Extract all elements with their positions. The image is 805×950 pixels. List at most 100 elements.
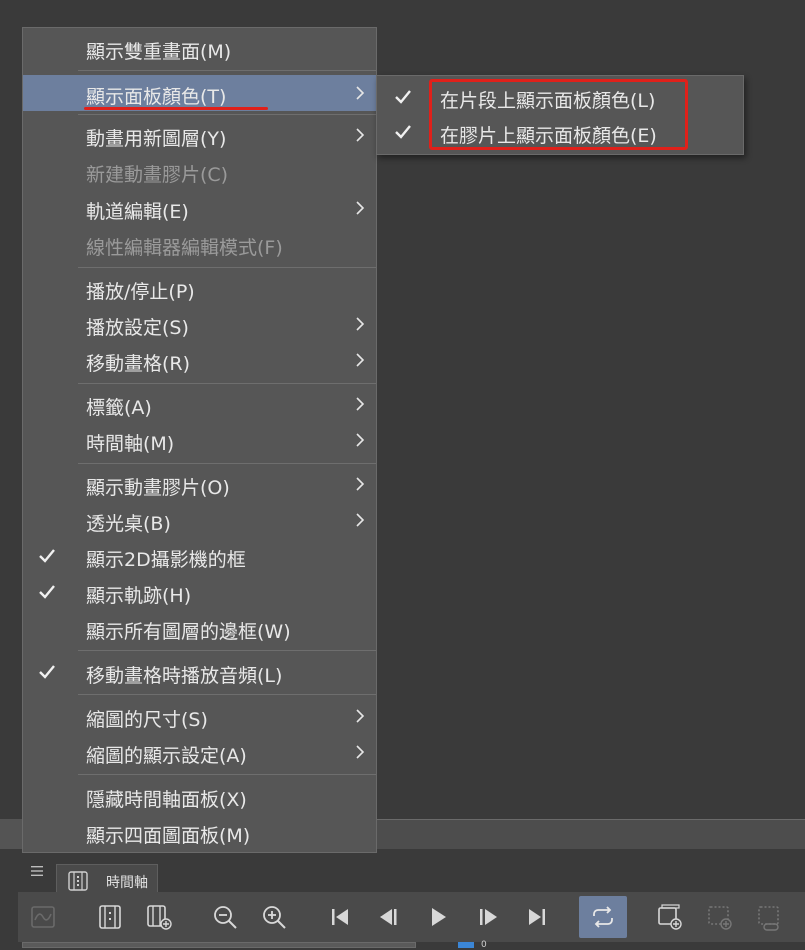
menu-item-label: 軌道編輯(E): [86, 201, 189, 223]
menu-item-label: 顯示軌跡(H): [86, 585, 192, 607]
menu-item-play-stop[interactable]: 播放/停止(P): [23, 270, 376, 306]
checkmark-icon: [39, 549, 55, 563]
menu-separator: [78, 383, 376, 384]
annotation-highlight-box: [429, 79, 688, 150]
new-cel-icon: [658, 904, 682, 930]
menu-item-linear-editor-mode[interactable]: 線性編輯器編輯模式(F): [23, 226, 376, 262]
menu-item-label: 顯示2D攝影機的框: [86, 549, 246, 571]
menu-item-label: 顯示所有圖層的邊框(W): [86, 621, 291, 643]
waveform-icon: [31, 906, 55, 928]
zoom-out-icon: [214, 906, 237, 929]
menu-item-label: 縮圖的顯示設定(A): [86, 745, 247, 767]
chevron-right-icon: [356, 433, 365, 447]
add-frame-button[interactable]: [142, 900, 176, 934]
checkmark-icon: [395, 90, 411, 104]
next-frame-button[interactable]: [471, 900, 505, 934]
prev-frame-icon: [380, 909, 397, 925]
chevron-right-icon: [356, 86, 365, 100]
add-clip-button[interactable]: [702, 900, 736, 934]
menu-item-show-trajectory[interactable]: 顯示軌跡(H): [23, 574, 376, 610]
track-row[interactable]: [22, 942, 416, 948]
menu-item-timeline[interactable]: 時間軸(M): [23, 422, 376, 458]
menu-separator: [78, 70, 376, 71]
link-clip-icon: [758, 906, 779, 931]
loop-icon: [593, 906, 613, 928]
play-button[interactable]: [421, 900, 455, 934]
track-color-marker: [458, 942, 474, 948]
zoom-out-button[interactable]: [208, 900, 242, 934]
tab-timeline[interactable]: 時間軸: [56, 864, 158, 894]
menu-item-label: 移動畫格時播放音頻(L): [86, 665, 283, 687]
frame-button[interactable]: [93, 900, 127, 934]
chevron-right-icon: [356, 128, 365, 142]
menu-item-label: 時間軸(M): [86, 433, 175, 455]
checkmark-icon: [39, 585, 55, 599]
chevron-right-icon: [356, 397, 365, 411]
menu-item-thumbnail-size[interactable]: 縮圖的尺寸(S): [23, 698, 376, 734]
menu-item-show-four-view-panel[interactable]: 顯示四面圖面板(M): [23, 814, 376, 850]
menu-item-move-frame[interactable]: 移動畫格(R): [23, 342, 376, 378]
zoom-in-button[interactable]: [257, 900, 291, 934]
new-cel-button[interactable]: [652, 900, 686, 934]
menu-item-new-animation-cel[interactable]: 新建動畫膠片(C): [23, 153, 376, 189]
menu-separator: [78, 650, 376, 651]
add-clip-icon: [708, 906, 732, 930]
menu-item-show-panel-color[interactable]: 顯示面板顏色(T): [23, 75, 376, 111]
menu-item-playback-settings[interactable]: 播放設定(S): [23, 306, 376, 342]
menu-item-show-animation-cel[interactable]: 顯示動畫膠片(O): [23, 466, 376, 502]
menu-item-label: 移動畫格(R): [86, 353, 191, 375]
menu-item-light-table[interactable]: 透光桌(B): [23, 502, 376, 538]
checkmark-icon: [39, 665, 55, 679]
last-frame-button[interactable]: [520, 900, 554, 934]
first-frame-icon: [332, 909, 348, 925]
menu-item-label: 顯示雙重畫面(M): [86, 41, 232, 63]
row-number: 0: [481, 940, 487, 950]
background-strip-left: [0, 819, 22, 849]
tab-label: 時間軸: [106, 875, 148, 891]
prev-frame-button[interactable]: [372, 900, 406, 934]
menu-item-label: 顯示動畫膠片(O): [86, 477, 230, 499]
menu-item-show-dual-screen[interactable]: 顯示雙重畫面(M): [23, 30, 376, 66]
menu-item-hide-timeline-panel[interactable]: 隱藏時間軸面板(X): [23, 778, 376, 814]
chevron-right-icon: [356, 477, 365, 491]
frame-icon: [99, 905, 121, 929]
menu-item-label: 顯示面板顏色(T): [86, 86, 227, 108]
chevron-right-icon: [356, 745, 365, 759]
annotation-underline: [84, 107, 268, 110]
menu-item-label: 顯示四面圖面板(M): [86, 825, 251, 847]
menu-item-label: 標籤(A): [86, 397, 152, 419]
menu-item-show-2d-camera-frame[interactable]: 顯示2D攝影機的框: [23, 538, 376, 574]
chevron-right-icon: [356, 353, 365, 367]
timeline-icon: [68, 871, 88, 891]
menu-item-play-audio-on-move[interactable]: 移動畫格時播放音頻(L): [23, 654, 376, 690]
menu-item-label: 播放設定(S): [86, 317, 189, 339]
panel-color-submenu: 在片段上顯示面板顏色(L) 在膠片上顯示面板顏色(E): [376, 75, 744, 155]
hamburger-menu-icon[interactable]: [30, 864, 44, 878]
menu-item-animation-new-layer[interactable]: 動畫用新圖層(Y): [23, 117, 376, 153]
waveform-button[interactable]: [26, 900, 60, 934]
last-frame-icon: [529, 909, 545, 925]
menu-item-show-all-layer-borders[interactable]: 顯示所有圖層的邊框(W): [23, 610, 376, 646]
menu-item-track-edit[interactable]: 軌道編輯(E): [23, 190, 376, 226]
menu-separator: [78, 267, 376, 268]
menu-item-thumbnail-display-settings[interactable]: 縮圖的顯示設定(A): [23, 734, 376, 770]
add-frame-icon: [147, 905, 172, 930]
loop-button[interactable]: [579, 896, 627, 938]
menu-separator: [78, 774, 376, 775]
menu-item-label: 透光桌(B): [86, 513, 171, 535]
next-frame-icon: [480, 909, 497, 925]
menu-item-label-tags[interactable]: 標籤(A): [23, 386, 376, 422]
timeline-toolbar: [18, 892, 805, 942]
menu-item-label: 隱藏時間軸面板(X): [86, 789, 247, 811]
first-frame-button[interactable]: [323, 900, 357, 934]
play-icon: [432, 908, 446, 926]
menu-item-label: 動畫用新圖層(Y): [86, 128, 227, 150]
chevron-right-icon: [356, 317, 365, 331]
menu-separator: [78, 114, 376, 115]
link-clip-button[interactable]: [752, 900, 786, 934]
chevron-right-icon: [356, 201, 365, 215]
menu-item-label: 新建動畫膠片(C): [86, 164, 229, 186]
menu-separator: [78, 463, 376, 464]
chevron-right-icon: [356, 709, 365, 723]
menu-item-label: 縮圖的尺寸(S): [86, 709, 208, 731]
